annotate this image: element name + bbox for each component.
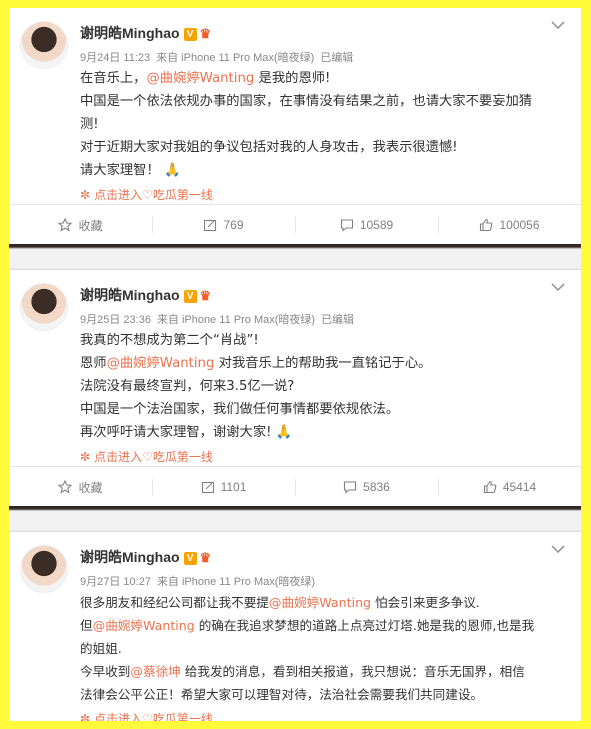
post-actions: 收藏 769 10589 100056 bbox=[9, 204, 581, 245]
username-text[interactable]: 谢明皓Minghao bbox=[80, 25, 180, 41]
weibo-feed: 谢明皓Minghao V ♛ 9月24日 11:23 来自 iPhone 11 Pro… bbox=[9, 8, 581, 721]
weibo-post: 谢明皓Minghao V ♛ 9月24日 11:23 来自 iPhone 11 Pro… bbox=[9, 8, 581, 244]
post-source: 来自 iPhone 11 Pro Max(暗夜绿) bbox=[156, 314, 316, 326]
username[interactable]: 谢明皓Minghao V ♛ bbox=[80, 285, 218, 305]
username[interactable]: 谢明皓Minghao V ♛ bbox=[80, 23, 218, 43]
thumbs-up-icon bbox=[483, 480, 497, 494]
post-line: 我真的不想成为第二个“肖战”! bbox=[80, 333, 259, 348]
mention-link[interactable]: @蔡徐坤 bbox=[130, 664, 180, 679]
verified-badge-icon: V bbox=[183, 551, 197, 565]
post-source: 来自 iPhone 11 Pro Max(暗夜绿) bbox=[156, 52, 315, 64]
vip-crown-icon: ♛ bbox=[199, 288, 212, 304]
post-content: 我真的不想成为第二个“肖战”! 恩师@曲婉婷Wanting 对我音乐上的帮助我一… bbox=[80, 329, 565, 469]
comment-icon bbox=[344, 481, 357, 494]
repost-button[interactable]: 1101 bbox=[152, 467, 295, 507]
like-button[interactable]: 100056 bbox=[438, 205, 581, 245]
topic-icon: ✼ bbox=[80, 450, 91, 464]
weibo-post: 谢明皓Minghao V ♛ 9月25日 23:36 来自 iPhone 11 Pro… bbox=[9, 270, 581, 506]
topic-icon: ✼ bbox=[80, 712, 91, 721]
edited-label[interactable]: 已编辑 bbox=[320, 52, 353, 64]
verified-badge-icon: V bbox=[183, 289, 197, 303]
like-button[interactable]: 45414 bbox=[438, 467, 581, 507]
post-line: 测! bbox=[80, 117, 99, 132]
post-line: 在音乐上，@曲婉婷Wanting 是我的恩师! bbox=[80, 71, 331, 86]
mention-link[interactable]: @曲婉婷Wanting bbox=[107, 356, 215, 371]
post-divider bbox=[9, 506, 581, 532]
post-content: 很多朋友和经纪公司都让我不要提@曲婉婷Wanting 怕会引来更多争议. 但@曲… bbox=[80, 591, 565, 721]
post-line: 恩师@曲婉婷Wanting 对我音乐上的帮助我一直铭记于心。 bbox=[80, 356, 432, 371]
post-line: 法院没有最终宣判，何来3.5亿一说? bbox=[80, 379, 295, 394]
star-icon bbox=[58, 218, 73, 232]
thumbs-up-icon bbox=[480, 218, 493, 232]
post-actions: 收藏 1101 5836 45414 bbox=[9, 466, 581, 507]
post-line: 法律会公平公正！希望大家可以理智对待，法治社会需要我们共同建设。 bbox=[80, 687, 483, 702]
post-meta: 9月27日 10:27 来自 iPhone 11 Pro Max(暗夜绿) bbox=[80, 573, 321, 589]
pray-emoji: 🙏 bbox=[164, 163, 181, 178]
username[interactable]: 谢明皓Minghao V ♛ bbox=[80, 547, 218, 567]
collect-button[interactable]: 收藏 bbox=[9, 467, 152, 507]
post-meta: 9月25日 23:36 来自 iPhone 11 Pro Max(暗夜绿) 已编辑 bbox=[80, 311, 360, 327]
post-line: 请大家理智！ 🙏 bbox=[80, 163, 181, 178]
edited-label[interactable]: 已编辑 bbox=[321, 314, 354, 326]
post-line: 但@曲婉婷Wanting 的确在我追求梦想的道路上点亮过灯塔.她是我的恩师,也是… bbox=[80, 618, 535, 633]
post-meta: 9月24日 11:23 来自 iPhone 11 Pro Max(暗夜绿) 已编辑 bbox=[80, 49, 359, 65]
mention-link[interactable]: @曲婉婷Wanting bbox=[269, 595, 371, 610]
post-line: 中国是一个法治国家，我们做任何事情都要依规依法。 bbox=[80, 402, 400, 417]
post-divider bbox=[9, 244, 581, 270]
mention-link[interactable]: @曲婉婷Wanting bbox=[93, 618, 195, 633]
comment-button[interactable]: 5836 bbox=[295, 467, 438, 507]
post-line: 今早收到@蔡徐坤 给我发的消息，看到相关报道，我只想说：音乐无国界，相信 bbox=[80, 664, 525, 679]
post-line: 中国是一个依法依规办事的国家，在事情没有结果之前，也请大家不要妄加猜 bbox=[80, 94, 533, 109]
vip-crown-icon: ♛ bbox=[199, 26, 212, 42]
post-line: 的姐姐. bbox=[80, 641, 122, 656]
collect-button[interactable]: 收藏 bbox=[9, 205, 152, 245]
post-time[interactable]: 9月25日 23:36 bbox=[80, 314, 151, 326]
comment-icon bbox=[340, 219, 353, 232]
avatar[interactable] bbox=[20, 21, 68, 69]
chevron-down-icon[interactable] bbox=[551, 544, 565, 554]
verified-badge-icon: V bbox=[183, 27, 197, 41]
chevron-down-icon[interactable] bbox=[551, 20, 565, 30]
post-line: 再次呼吁请大家理智，谢谢大家! 🙏 bbox=[80, 425, 293, 440]
vip-crown-icon: ♛ bbox=[199, 550, 212, 566]
topic-icon: ✼ bbox=[80, 188, 91, 202]
username-text[interactable]: 谢明皓Minghao bbox=[80, 549, 180, 565]
comment-button[interactable]: 10589 bbox=[295, 205, 438, 245]
mention-link[interactable]: @曲婉婷Wanting bbox=[146, 71, 254, 86]
star-icon bbox=[58, 480, 73, 494]
repost-icon bbox=[201, 481, 214, 494]
avatar[interactable] bbox=[20, 283, 68, 331]
repost-icon bbox=[204, 219, 217, 232]
post-content: 在音乐上，@曲婉婷Wanting 是我的恩师! 中国是一个依法依规办事的国家，在… bbox=[80, 67, 565, 207]
avatar[interactable] bbox=[20, 545, 68, 593]
post-line: 对于近期大家对我姐的争议包括对我的人身攻击，我表示很遗憾! bbox=[80, 140, 458, 155]
post-source: 来自 iPhone 11 Pro Max(暗夜绿) bbox=[156, 576, 316, 588]
post-line: 很多朋友和经纪公司都让我不要提@曲婉婷Wanting 怕会引来更多争议. bbox=[80, 595, 480, 610]
post-time[interactable]: 9月27日 10:27 bbox=[80, 576, 151, 588]
pray-emoji: 🙏 bbox=[275, 425, 293, 440]
username-text[interactable]: 谢明皓Minghao bbox=[80, 287, 180, 303]
weibo-post: 谢明皓Minghao V ♛ 9月27日 10:27 来自 iPhone 11 Pro… bbox=[9, 532, 581, 721]
topic-link[interactable]: ✼ 点击进入♡吃瓜第一线 bbox=[80, 708, 565, 721]
chevron-down-icon[interactable] bbox=[551, 282, 565, 292]
post-time[interactable]: 9月24日 11:23 bbox=[80, 52, 150, 64]
repost-button[interactable]: 769 bbox=[152, 205, 295, 245]
